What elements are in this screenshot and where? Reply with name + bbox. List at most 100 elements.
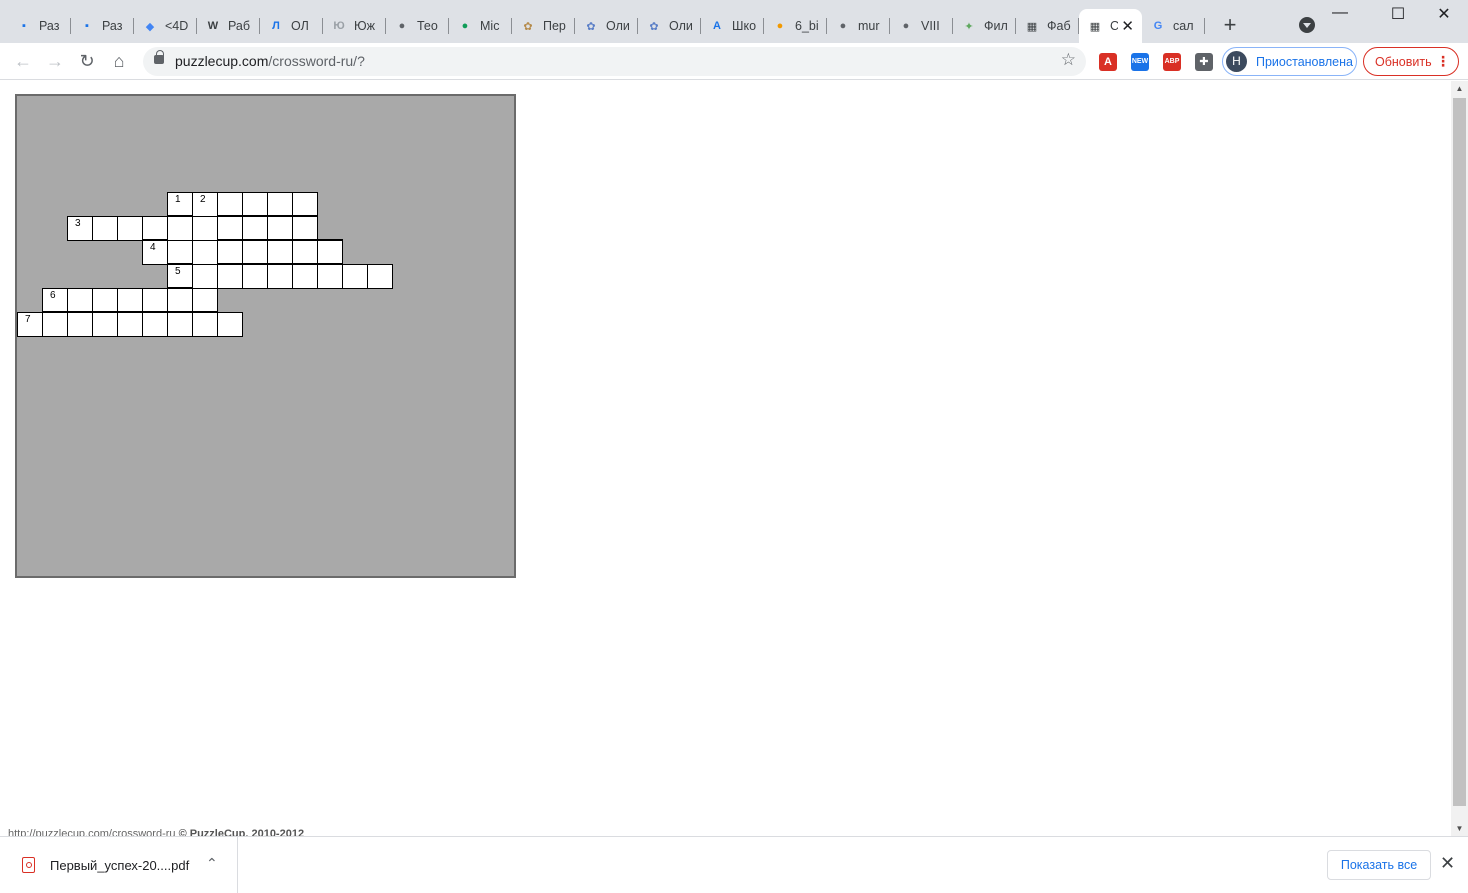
tab-17[interactable]: ▦ C ✕ (1079, 9, 1142, 43)
crossword-cell[interactable] (292, 192, 318, 217)
crossword-cell[interactable] (117, 288, 143, 313)
crossword-cell[interactable] (242, 192, 268, 217)
tab-title: 6_bi (795, 19, 819, 33)
menu-dots-icon[interactable]: ⋮ (1436, 53, 1450, 70)
scrollbar-thumb[interactable] (1453, 98, 1466, 806)
window-close-button[interactable]: ✕ (1421, 4, 1467, 26)
crossword-cell[interactable] (42, 312, 68, 337)
crossword-cell[interactable] (167, 240, 193, 265)
crossword-cell[interactable] (217, 264, 243, 289)
maximize-button[interactable]: ☐ (1375, 4, 1421, 26)
new-tab-button[interactable]: + (1218, 14, 1242, 38)
tab-8[interactable]: ✿ Пер (512, 9, 575, 43)
crossword-cell[interactable] (117, 312, 143, 337)
tab-search-button[interactable] (1299, 17, 1315, 33)
crossword-cell[interactable] (92, 312, 118, 337)
bookmark-star-icon[interactable]: ☆ (1061, 50, 1076, 70)
tab-title: VIII (921, 19, 940, 33)
minimize-button[interactable]: — (1317, 4, 1363, 26)
address-bar[interactable]: puzzlecup.com/crossword-ru/? ☆ (143, 47, 1086, 76)
crossword-icon: ▦ (1089, 20, 1101, 33)
tab-close-icon[interactable]: ✕ (1121, 17, 1134, 35)
tab-6[interactable]: ● Тео (386, 9, 449, 43)
crossword-cell[interactable] (92, 216, 118, 241)
close-download-bar-icon[interactable]: ✕ (1440, 853, 1455, 874)
crossword-cell[interactable] (367, 264, 393, 289)
scroll-up-arrow-icon[interactable]: ▲ (1451, 81, 1468, 96)
crossword-cell[interactable] (92, 288, 118, 313)
adblock-icon[interactable]: ABP (1163, 53, 1181, 71)
crossword-cell[interactable] (67, 312, 93, 337)
tab-3[interactable]: W Раб (197, 9, 260, 43)
tab-11[interactable]: A Шко (701, 9, 764, 43)
tab-9[interactable]: ✿ Оли (575, 9, 638, 43)
show-all-downloads-button[interactable]: Показать все (1327, 850, 1431, 880)
crossword-cell[interactable] (317, 264, 343, 289)
crossword-cell[interactable] (167, 312, 193, 337)
tab-12[interactable]: ● 6_bi (764, 9, 827, 43)
tab-4[interactable]: Л ОЛ (260, 9, 323, 43)
update-button[interactable]: Обновить ⋮ (1363, 47, 1459, 76)
crossword-cell[interactable] (117, 216, 143, 241)
green-logo-icon: ● (461, 20, 469, 32)
vertical-scrollbar[interactable]: ▲ ▼ (1451, 81, 1468, 836)
crossword-cell[interactable] (292, 264, 318, 289)
url-host: puzzlecup.com (175, 53, 269, 69)
crossword-cell[interactable] (267, 264, 293, 289)
crossword-cell[interactable] (267, 192, 293, 217)
crossword-cell[interactable] (217, 312, 243, 337)
crossword-cell[interactable] (142, 216, 168, 241)
crossword-cell[interactable] (192, 240, 218, 265)
crossword-cell[interactable] (192, 288, 218, 313)
crossword-cell[interactable] (292, 240, 318, 265)
new-badge-icon[interactable]: NEW (1131, 53, 1149, 71)
crossword-cell[interactable] (192, 312, 218, 337)
crossword-cell[interactable] (142, 312, 168, 337)
word-separator (217, 263, 343, 265)
crossword-cell[interactable] (192, 216, 218, 241)
crossword-cell[interactable] (267, 216, 293, 241)
lock-icon[interactable] (154, 50, 164, 64)
crossword-cell[interactable] (217, 192, 243, 217)
footer-link[interactable]: http://puzzlecup.com/crossword-ru (8, 828, 176, 836)
crossword-cell[interactable] (217, 216, 243, 241)
chevron-up-icon[interactable]: ⌃ (206, 855, 218, 872)
crossword-cell[interactable] (167, 216, 193, 241)
crossword-cell[interactable] (267, 240, 293, 265)
crossword-cell[interactable] (142, 288, 168, 313)
clue-number: 5 (175, 266, 181, 277)
tab-18[interactable]: Gсал (1142, 9, 1205, 43)
tab-1[interactable]: ▪ Раз (71, 9, 134, 43)
tab-16[interactable]: ▦ Фаб (1016, 9, 1079, 43)
crossword-cell[interactable] (242, 264, 268, 289)
crossword-cell[interactable] (192, 264, 218, 289)
profile-button[interactable]: Н Приостановлена (1222, 47, 1357, 76)
home-button[interactable]: ⌂ (107, 50, 131, 74)
url-text[interactable]: puzzlecup.com/crossword-ru/? (175, 53, 365, 69)
tab-14[interactable]: ● VIII (890, 9, 953, 43)
tab-0[interactable]: ▪ Раз (8, 9, 71, 43)
download-item[interactable]: Первый_успех-20....pdf ⌃ (0, 837, 238, 893)
pdf-file-icon (22, 857, 35, 873)
puzzle-extensions-icon[interactable]: ✚ (1195, 53, 1213, 71)
acrobat-icon[interactable]: A (1099, 53, 1117, 71)
crossword-cell[interactable] (67, 288, 93, 313)
tab-7[interactable]: ● Mic (449, 9, 512, 43)
tab-title: Mic (480, 19, 500, 33)
back-button[interactable]: ← (11, 50, 35, 74)
scroll-down-arrow-icon[interactable]: ▼ (1451, 821, 1468, 836)
crossword-cell[interactable] (242, 240, 268, 265)
tab-10[interactable]: ✿ Оли (638, 9, 701, 43)
tab-15[interactable]: ✦ Фил (953, 9, 1016, 43)
crossword-cell[interactable] (217, 240, 243, 265)
forward-button[interactable]: → (43, 50, 67, 74)
crossword-cell[interactable] (292, 216, 318, 241)
crossword-cell[interactable] (317, 240, 343, 265)
crossword-cell[interactable] (342, 264, 368, 289)
reload-button[interactable]: ↻ (75, 50, 99, 74)
crossword-cell[interactable] (242, 216, 268, 241)
crossword-cell[interactable] (167, 288, 193, 313)
tab-5[interactable]: Ю Юж (323, 9, 386, 43)
tab-2[interactable]: ◆ <4D (134, 9, 197, 43)
tab-13[interactable]: ● mur (827, 9, 890, 43)
